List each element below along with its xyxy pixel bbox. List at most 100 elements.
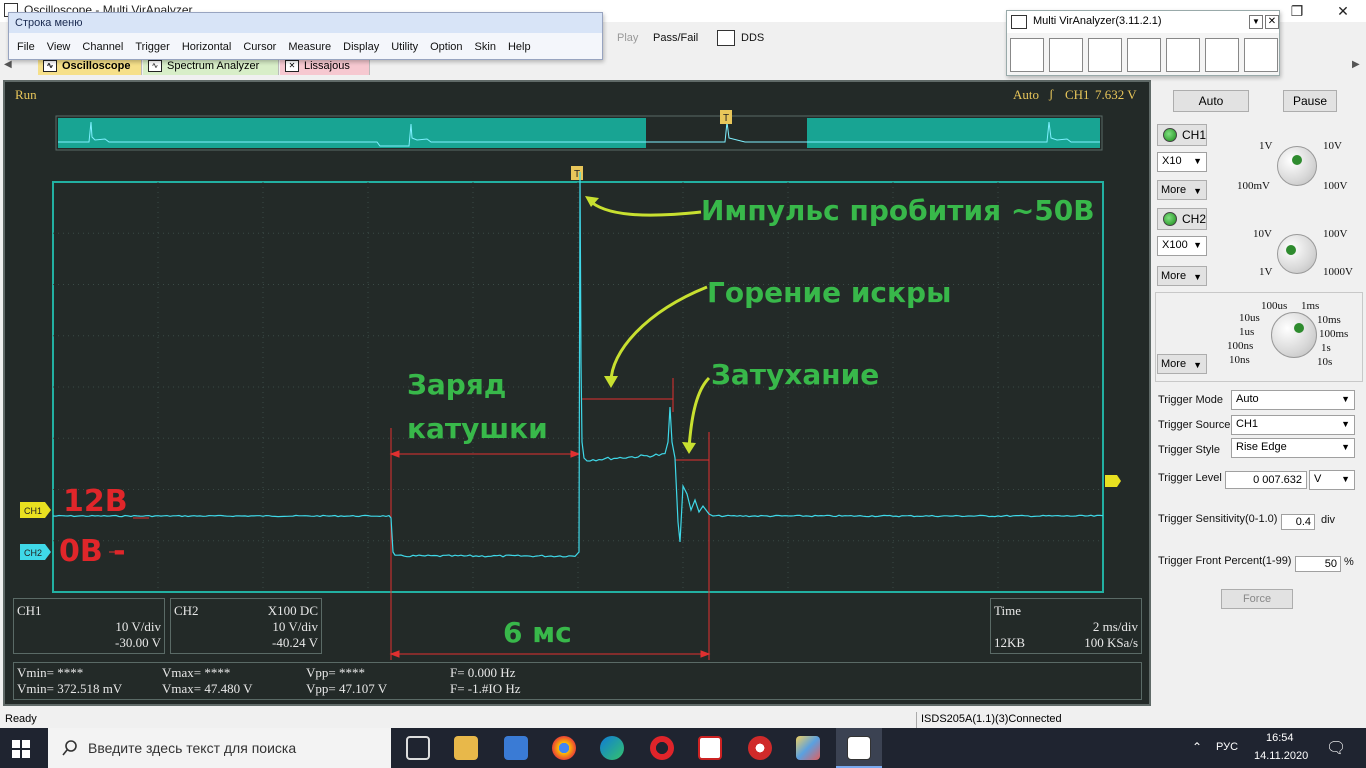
trigger-source-select[interactable]: CH1 ▼ <box>1231 415 1355 435</box>
maximize-button[interactable]: ❐ <box>1274 0 1320 22</box>
oscilloscope-display: Run Auto ʃ CH1 7.632 V T T CH1 CH2 Импул… <box>3 80 1151 706</box>
trigger-front-input[interactable]: 50 <box>1295 556 1341 572</box>
play-button[interactable]: Play <box>609 28 646 48</box>
menu-measure[interactable]: Measure <box>282 37 337 57</box>
meas-vpp-1: Vpp= **** <box>306 665 365 680</box>
ch2-info-probe: X100 DC <box>267 603 318 618</box>
paint-icon[interactable] <box>796 736 820 760</box>
timebase-more-label: More <box>1161 358 1187 370</box>
ch2-more-button[interactable]: More ▼ <box>1157 266 1207 286</box>
trigger-style-select[interactable]: Rise Edge ▼ <box>1231 438 1355 458</box>
notifications-icon[interactable]: 🗨 <box>1326 738 1346 758</box>
launcher-oscilloscope-icon[interactable] <box>1010 38 1044 72</box>
chevron-down-icon: ▼ <box>1193 240 1202 250</box>
ch1-volts-knob[interactable] <box>1277 146 1317 186</box>
menu-skin[interactable]: Skin <box>469 37 502 57</box>
trigger-mode-select[interactable]: Auto ▼ <box>1231 390 1355 410</box>
time-info-rate: 100 KSa/s <box>1084 635 1138 650</box>
trigger-level-label: Trigger Level <box>1158 472 1222 484</box>
meas-freq-2: F= -1.#IO Hz <box>450 681 521 696</box>
menu-horizontal[interactable]: Horizontal <box>176 37 238 57</box>
opera-icon[interactable] <box>650 736 674 760</box>
menu-channel[interactable]: Channel <box>76 37 129 57</box>
clock-time: 16:54 <box>1266 732 1294 744</box>
meas-vmax-1: Vmax= **** <box>162 665 231 680</box>
ch1-button-label: CH1 <box>1182 128 1207 142</box>
menu-display[interactable]: Display <box>337 37 385 57</box>
spectrum-icon: ∿ <box>148 60 162 72</box>
trigger-sensitivity-input[interactable]: 0.4 <box>1281 514 1315 530</box>
ch1-more-button[interactable]: More ▼ <box>1157 180 1207 200</box>
ch1-more-label: More <box>1161 184 1187 196</box>
knob-indicator <box>1286 245 1296 255</box>
menu-file[interactable]: File <box>9 37 41 57</box>
trigger-level-input[interactable]: 0 007.632 <box>1225 471 1307 489</box>
ch2-enable-button[interactable]: CH2 <box>1157 208 1207 230</box>
clock-date: 14.11.2020 <box>1254 750 1309 762</box>
ch2-probe-select[interactable]: X100 ▼ <box>1157 236 1207 256</box>
launcher-waveform-icon[interactable] <box>1205 38 1239 72</box>
pass-fail-button[interactable]: Pass/Fail <box>645 28 706 48</box>
launcher-pulse-icon[interactable] <box>1244 38 1278 72</box>
launcher-recorder-icon[interactable] <box>1088 38 1122 72</box>
timebase-knob[interactable] <box>1271 312 1317 358</box>
tab-scroll-left-icon[interactable]: ◀ <box>4 59 12 70</box>
time-knob-100us: 100us <box>1261 300 1288 312</box>
calculator-icon[interactable] <box>504 736 528 760</box>
windows-start-icon[interactable] <box>12 740 30 758</box>
app-icon-record[interactable] <box>748 736 772 760</box>
ch1-probe-select[interactable]: X10 ▼ <box>1157 152 1207 172</box>
edge-icon[interactable] <box>600 736 624 760</box>
file-explorer-icon[interactable] <box>454 736 478 760</box>
chrome-icon[interactable] <box>552 736 576 760</box>
status-ready: Ready <box>5 713 37 725</box>
force-button[interactable]: Force <box>1221 589 1293 609</box>
auto-button[interactable]: Auto <box>1173 90 1249 112</box>
chevron-down-icon: ▼ <box>1193 156 1202 166</box>
search-icon <box>62 740 77 756</box>
menu-view[interactable]: View <box>41 37 77 57</box>
launcher-generator-icon[interactable] <box>1166 38 1200 72</box>
tab-spectrum-analyzer[interactable]: ∿ Spectrum Analyzer <box>143 58 279 75</box>
taskbar-search-box[interactable]: Введите здесь текст для поиска <box>48 728 391 768</box>
annotation-0v: 0В - <box>59 534 126 569</box>
ch1-knob-label-100v: 100V <box>1323 180 1348 192</box>
time-knob-10s: 10s <box>1317 356 1333 368</box>
ch2-knob-label-1v: 1V <box>1259 266 1273 278</box>
status-connection: ISDS205A(1.1)(3)Connected <box>916 712 1366 728</box>
launcher-logic-analyzer-icon[interactable] <box>1127 38 1161 72</box>
annotation-charge-line1: Заряд <box>407 368 507 401</box>
trigger-level-unit-select[interactable]: V ▼ <box>1309 470 1355 490</box>
meas-vmin-2: Vmin= 372.518 mV <box>17 681 123 696</box>
menu-trigger[interactable]: Trigger <box>129 37 175 57</box>
close-button[interactable]: ✕ <box>1320 0 1366 22</box>
menu-cursor[interactable]: Cursor <box>237 37 282 57</box>
tab-scroll-right-icon[interactable]: ▶ <box>1352 59 1360 70</box>
active-task-multivir[interactable] <box>836 728 882 768</box>
trigger-sensitivity-unit: div <box>1321 514 1336 526</box>
task-view-icon[interactable] <box>406 736 430 760</box>
dds-button[interactable]: DDS <box>733 28 772 48</box>
search-placeholder: Введите здесь текст для поиска <box>88 740 297 756</box>
trigger-level-unit-value: V <box>1314 473 1322 485</box>
menu-utility[interactable]: Utility <box>385 37 424 57</box>
language-indicator[interactable]: РУС <box>1216 741 1238 753</box>
timebase-more-button[interactable]: More ▼ <box>1157 354 1207 374</box>
menu-popup: Строка меню File View Channel Trigger Ho… <box>8 12 603 60</box>
menu-help[interactable]: Help <box>502 37 537 57</box>
app-icon-red[interactable] <box>698 736 722 760</box>
launcher-dropdown-icon[interactable]: ▼ <box>1249 15 1263 29</box>
ch1-enable-button[interactable]: CH1 <box>1157 124 1207 146</box>
meas-freq-1: F= 0.000 Hz <box>450 665 516 680</box>
menu-option[interactable]: Option <box>424 37 468 57</box>
tab-lissajous[interactable]: ✕ Lissajous <box>280 58 370 75</box>
ch2-more-label: More <box>1161 270 1187 282</box>
ch2-volts-knob[interactable] <box>1277 234 1317 274</box>
ch2-info-box: CH2 X100 DC 10 V/div -40.24 V <box>170 598 322 654</box>
launcher-close-icon[interactable]: ✕ <box>1265 15 1279 29</box>
tab-oscilloscope[interactable]: ∿ Oscilloscope <box>38 58 142 75</box>
pause-button[interactable]: Pause <box>1283 90 1337 112</box>
tray-expand-icon[interactable]: ⌃ <box>1192 740 1202 754</box>
launcher-spectrum-icon[interactable] <box>1049 38 1083 72</box>
ch1-led-icon <box>1163 128 1177 142</box>
